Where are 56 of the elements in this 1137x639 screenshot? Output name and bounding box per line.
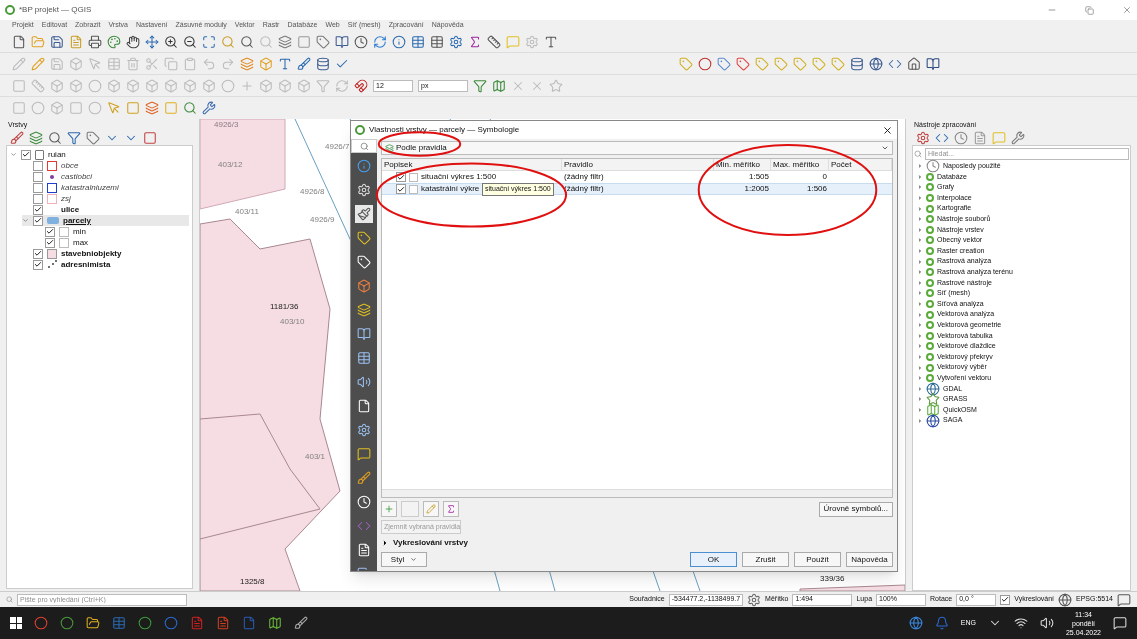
parcel-number-label: 403/11 <box>235 207 259 216</box>
renderer-dropdown[interactable]: Podle pravidla <box>381 141 893 155</box>
rule-label: katastrální výkre <box>421 183 480 195</box>
dialog-button[interactable]: Zrušit <box>742 552 789 567</box>
layer-name: parcely <box>63 214 92 227</box>
layer-name: ruian <box>48 148 66 161</box>
layer-name: castiobci <box>61 170 93 183</box>
column-header[interactable]: Pravidlo <box>564 160 593 169</box>
layer-name: katastralniuzemi <box>61 181 119 194</box>
layer-name: ulice <box>61 203 80 216</box>
parcel-number-label: 403/12 <box>218 160 243 169</box>
column-header[interactable]: Min. měřítko <box>716 160 760 169</box>
dialog-button[interactable]: Nápověda <box>846 552 893 567</box>
parcel-number-label: 339/36 <box>820 574 845 583</box>
parcel-number-label: 4926/7 <box>325 142 350 151</box>
rule-row[interactable]: situační výkres 1:500 (žádný filtr) 1:505 0 <box>382 171 892 183</box>
layer-name: obce <box>61 159 79 172</box>
style-button[interactable]: Styl <box>381 552 427 567</box>
symbol-levels-button[interactable]: Úrovně symbolů... <box>818 501 893 517</box>
layer-row[interactable]: castiobci <box>22 171 189 182</box>
dialog-button[interactable]: Použít <box>794 552 841 567</box>
rule-filter: (žádný filtr) <box>563 171 605 183</box>
layer-name: zsj <box>61 192 71 205</box>
section-heading[interactable]: Vykreslování vrstvy <box>393 537 468 549</box>
min-scale: 1:2005 <box>743 183 770 195</box>
layer-row[interactable]: min <box>34 226 189 237</box>
min-scale: 1:505 <box>747 171 770 183</box>
column-header[interactable]: Počet <box>831 160 852 169</box>
layer-name: stavebniobjekty <box>61 247 122 260</box>
parcel-number-label: 403/10 <box>280 317 305 326</box>
parcel-number-label: 403/1 <box>305 452 326 461</box>
parcel-number-label: 4926/9 <box>310 215 335 224</box>
layer-name: max <box>73 236 89 249</box>
layer-name: adresnimista <box>61 258 111 271</box>
parcel-number-label: 1325/8 <box>240 577 265 586</box>
layer-row[interactable]: zsj <box>22 193 189 204</box>
max-scale: 1:506 <box>805 183 828 195</box>
parcel-number-label: 4926/3 <box>214 120 239 129</box>
layer-name: min <box>73 225 86 238</box>
rule-filter: (žádný filtr) <box>563 183 605 195</box>
layer-row[interactable]: obce <box>22 160 189 171</box>
window-title: *BP projekt — QGIS <box>19 4 92 16</box>
layer-row[interactable]: ulice <box>22 204 189 215</box>
max-scale: 0 <box>821 171 828 183</box>
layer-row[interactable]: stavebniobjekty <box>22 248 189 259</box>
dialog-button[interactable]: OK <box>690 552 737 567</box>
parcel-number-label: 4926/8 <box>300 187 325 196</box>
column-header[interactable]: Popisek <box>384 160 413 169</box>
layer-row[interactable]: katastralniuzemi <box>22 182 189 193</box>
layer-row[interactable]: parcely <box>22 215 189 226</box>
column-header[interactable]: Max. měřítko <box>773 160 820 169</box>
layer-row[interactable]: max <box>34 237 189 248</box>
layer-row[interactable]: ruian <box>10 149 189 160</box>
layer-row[interactable]: adresnimista <box>22 259 189 270</box>
parcel-number-label: 1181/36 <box>270 302 299 311</box>
rule-label: situační výkres 1:500 <box>421 171 497 183</box>
